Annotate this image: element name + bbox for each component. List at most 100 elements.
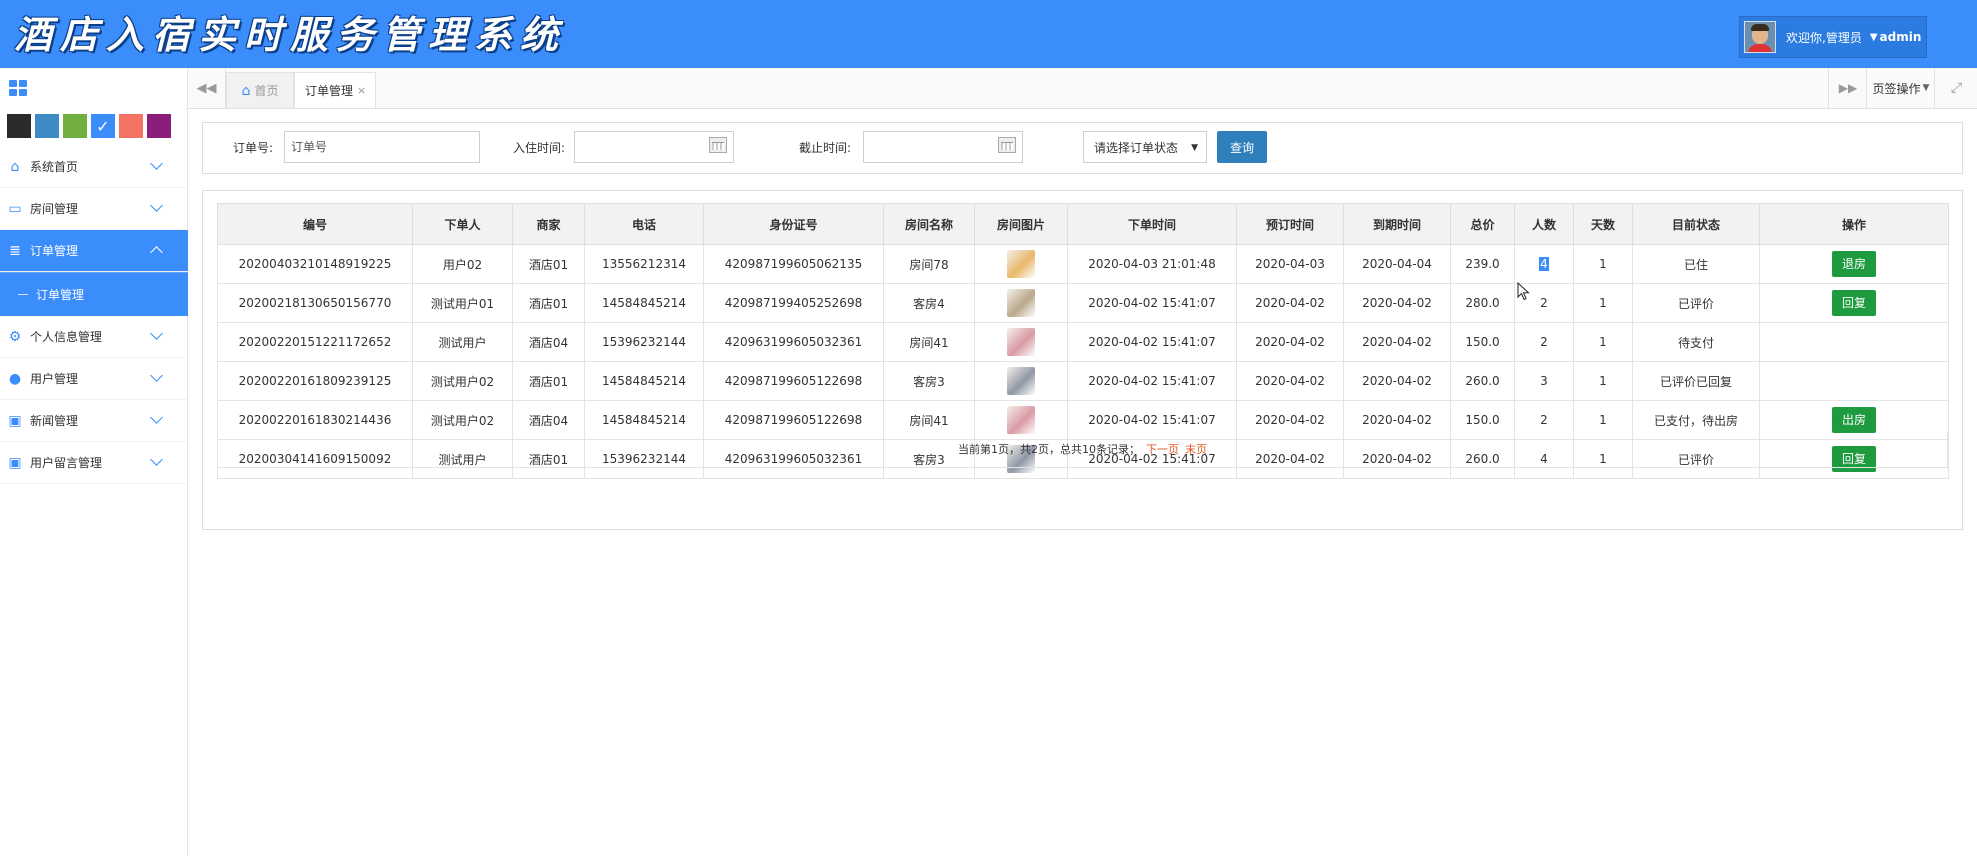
column-header[interactable]: 下单时间: [1067, 203, 1237, 245]
row-action-button[interactable]: 出房: [1832, 407, 1876, 433]
tab-orders[interactable]: 订单管理 ×: [294, 72, 376, 108]
grid-menu-icon[interactable]: [9, 80, 29, 98]
order-no-label: 订单号:: [233, 141, 274, 155]
order-id-cell: 20200220151221172652: [217, 322, 413, 362]
column-header[interactable]: 预订时间: [1236, 203, 1344, 245]
room-thumbnail[interactable]: [1007, 328, 1035, 356]
merchant-cell: 酒店01: [512, 244, 585, 284]
image-icon: ▣: [8, 412, 22, 429]
id-card-cell: 420987199605122698: [703, 361, 884, 401]
order-no-input[interactable]: [284, 131, 480, 163]
row-action-button[interactable]: 回复: [1832, 290, 1876, 316]
row-action-cell: [1759, 361, 1949, 401]
phone-cell: 14584845214: [584, 361, 704, 401]
theme-swatch-black[interactable]: [7, 114, 31, 138]
column-header[interactable]: 到期时间: [1343, 203, 1451, 245]
sidebar-item-label: 系统首页: [30, 160, 79, 174]
expire-date-cell: 2020-04-04: [1343, 244, 1451, 284]
column-header[interactable]: 电话: [584, 203, 704, 245]
order-user-cell: 用户02: [412, 244, 513, 284]
room-thumbnail[interactable]: [1007, 367, 1035, 395]
room-thumbnail[interactable]: [1007, 289, 1035, 317]
room-image-cell: [974, 244, 1068, 284]
sidebar-subitem-orders[interactable]: 订单管理: [0, 272, 188, 316]
theme-swatch-purple[interactable]: [147, 114, 171, 138]
sidebar-item-users[interactable]: ● 用户管理: [0, 358, 188, 400]
merchant-cell: 酒店04: [512, 322, 585, 362]
column-header[interactable]: 天数: [1573, 203, 1633, 245]
column-header[interactable]: 目前状态: [1632, 203, 1760, 245]
row-action-button[interactable]: 退房: [1832, 251, 1876, 277]
sidebar-item-profile[interactable]: ⚙ 个人信息管理: [0, 316, 188, 358]
theme-swatch-green[interactable]: [63, 114, 87, 138]
room-thumbnail[interactable]: [1007, 406, 1035, 434]
calendar-icon[interactable]: [998, 137, 1016, 153]
chevron-down-icon: [150, 453, 163, 466]
expire-date-cell: 2020-04-02: [1343, 283, 1451, 323]
calendar-icon[interactable]: [709, 137, 727, 153]
sidebar-item-rooms[interactable]: ▭ 房间管理: [0, 188, 188, 230]
order-user-cell: 测试用户02: [412, 361, 513, 401]
order-status-select[interactable]: 请选择订单状态 ▼: [1083, 131, 1207, 163]
sidebar-item-label: 用户留言管理: [30, 456, 103, 470]
tab-orders-label: 订单管理: [305, 84, 354, 98]
phone-cell: 13556212314: [584, 244, 704, 284]
user-menu[interactable]: 欢迎你,管理员 ▼ admin: [1739, 16, 1927, 58]
total-price-cell: 260.0: [1450, 361, 1515, 401]
column-header[interactable]: 房间名称: [883, 203, 975, 245]
welcome-text: 欢迎你,管理员: [1786, 30, 1862, 45]
column-header[interactable]: 商家: [512, 203, 585, 245]
sidebar-item-news[interactable]: ▣ 新闻管理: [0, 400, 188, 442]
column-header[interactable]: 总价: [1450, 203, 1515, 245]
booking-date-cell: 2020-04-02: [1236, 283, 1344, 323]
database-icon: ≣: [9, 242, 21, 259]
order-time-cell: 2020-04-02 15:41:07: [1067, 361, 1237, 401]
caret-down-icon: ▼: [1922, 83, 1930, 93]
checkin-time-label: 入住时间:: [513, 141, 566, 155]
column-header[interactable]: 编号: [217, 203, 413, 245]
chevron-up-icon: [150, 246, 163, 259]
column-header[interactable]: 下单人: [412, 203, 513, 245]
column-header[interactable]: 人数: [1514, 203, 1574, 245]
last-page-link[interactable]: 末页: [1185, 441, 1207, 457]
room-image-cell: [974, 322, 1068, 362]
sidebar-item-messages[interactable]: ▣ 用户留言管理: [0, 442, 188, 484]
username: admin: [1879, 30, 1922, 44]
user-icon: ●: [8, 370, 22, 387]
column-header[interactable]: 房间图片: [974, 203, 1068, 245]
order-user-cell: 测试用户01: [412, 283, 513, 323]
close-icon[interactable]: ×: [357, 84, 366, 97]
row-action-cell: [1759, 322, 1949, 362]
theme-swatch-blue-selected[interactable]: ✓: [91, 114, 115, 138]
sidebar-subitem-label: 订单管理: [36, 288, 85, 302]
tab-scroll-left-icon[interactable]: ◀◀: [188, 68, 226, 108]
order-time-cell: 2020-04-02 15:41:07: [1067, 283, 1237, 323]
days-count-cell: 1: [1573, 361, 1633, 401]
order-id-cell: 20200218130650156770: [217, 283, 413, 323]
home-icon: ⌂: [241, 82, 251, 99]
days-count-cell: 1: [1573, 322, 1633, 362]
fullscreen-icon[interactable]: ⤢: [1934, 68, 1977, 108]
column-header[interactable]: 操作: [1759, 203, 1949, 245]
order-status-cell: 已住: [1632, 244, 1760, 284]
sidebar-item-orders[interactable]: ≣ 订单管理: [0, 230, 188, 272]
check-icon: ✓: [96, 116, 110, 136]
phone-cell: 15396232144: [584, 322, 704, 362]
room-thumbnail[interactable]: [1007, 250, 1035, 278]
theme-swatch-salmon[interactable]: [119, 114, 143, 138]
theme-swatch-steelblue[interactable]: [35, 114, 59, 138]
sidebar-item-label: 房间管理: [30, 202, 79, 216]
tab-home[interactable]: ⌂ 首页: [226, 72, 294, 108]
sidebar-item-home[interactable]: ⌂ 系统首页: [0, 146, 188, 188]
next-page-link[interactable]: 下一页: [1146, 441, 1179, 457]
column-header[interactable]: 身份证号: [703, 203, 884, 245]
expire-date-cell: 2020-04-02: [1343, 322, 1451, 362]
tab-operations-label: 页签操作: [1872, 81, 1921, 96]
order-id-cell: 20200220161809239125: [217, 361, 413, 401]
tab-operations-dropdown[interactable]: 页签操作 ▼: [1866, 68, 1935, 108]
tab-scroll-right-icon[interactable]: ▶▶: [1828, 68, 1867, 108]
theme-swatches: ✓: [7, 114, 175, 138]
query-button[interactable]: 查询: [1217, 131, 1267, 163]
id-card-cell: 420963199605032361: [703, 322, 884, 362]
table-row: 20200218130650156770 测试用户01 酒店01 1458484521…: [217, 283, 1949, 323]
